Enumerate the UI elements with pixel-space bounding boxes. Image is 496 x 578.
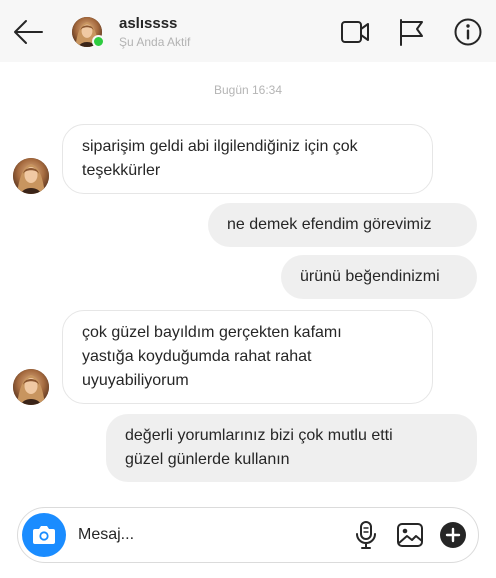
conversation-timestamp: Bugün 16:34 [213,83,283,97]
sent-message[interactable]: ürünü beğendinizmi [281,255,477,299]
video-call-button[interactable] [340,17,370,47]
info-icon [454,18,482,46]
message-text-line: yastığa koyduğumda rahat rahat [82,348,312,365]
plus-icon [440,522,466,548]
message-text-line: ne demek efendim görevimiz [227,216,432,233]
message-text-line: çok güzel bayıldım gerçekten kafamı [82,324,342,341]
flag-icon [400,19,423,46]
sent-message[interactable]: ne demek efendim görevimiz [208,203,477,247]
message-text-line: teşekkürler [82,162,161,179]
back-arrow-icon [14,20,43,44]
voice-message-button[interactable] [355,520,377,550]
message-text-line: değerli yorumlarınız bizi çok mutlu etti [125,427,393,444]
chat-header: aslıssss Şu Anda Aktif [0,0,496,62]
camera-button[interactable] [22,513,66,557]
contact-username[interactable]: aslıssss [119,15,177,32]
received-message[interactable]: çok güzel bayıldım gerçekten kafamı yast… [62,310,433,404]
message-text-line: siparişim geldi abi ilgilendiğiniz için … [82,138,358,155]
message-text-line: ürünü beğendinizmi [300,268,440,285]
sent-message[interactable]: değerli yorumlarınız bizi çok mutlu etti… [106,414,477,482]
online-indicator [92,35,105,48]
received-message[interactable]: siparişim geldi abi ilgilendiğiniz için … [62,124,433,194]
active-status: Şu Anda Aktif [119,35,191,49]
image-icon [397,523,423,547]
message-text-line: uyuyabiliyorum [82,372,189,389]
message-composer [17,507,479,563]
camera-icon [33,526,55,544]
message-text-line: güzel günlerde kullanın [125,451,290,468]
report-button[interactable] [397,17,427,47]
microphone-icon [356,521,376,549]
info-button[interactable] [453,17,483,47]
message-input[interactable] [78,522,348,548]
more-options-button[interactable] [439,521,467,549]
sender-avatar[interactable] [13,369,49,405]
sender-avatar[interactable] [13,158,49,194]
back-button[interactable] [12,17,44,47]
gallery-button[interactable] [396,521,424,549]
video-call-icon [341,21,369,43]
